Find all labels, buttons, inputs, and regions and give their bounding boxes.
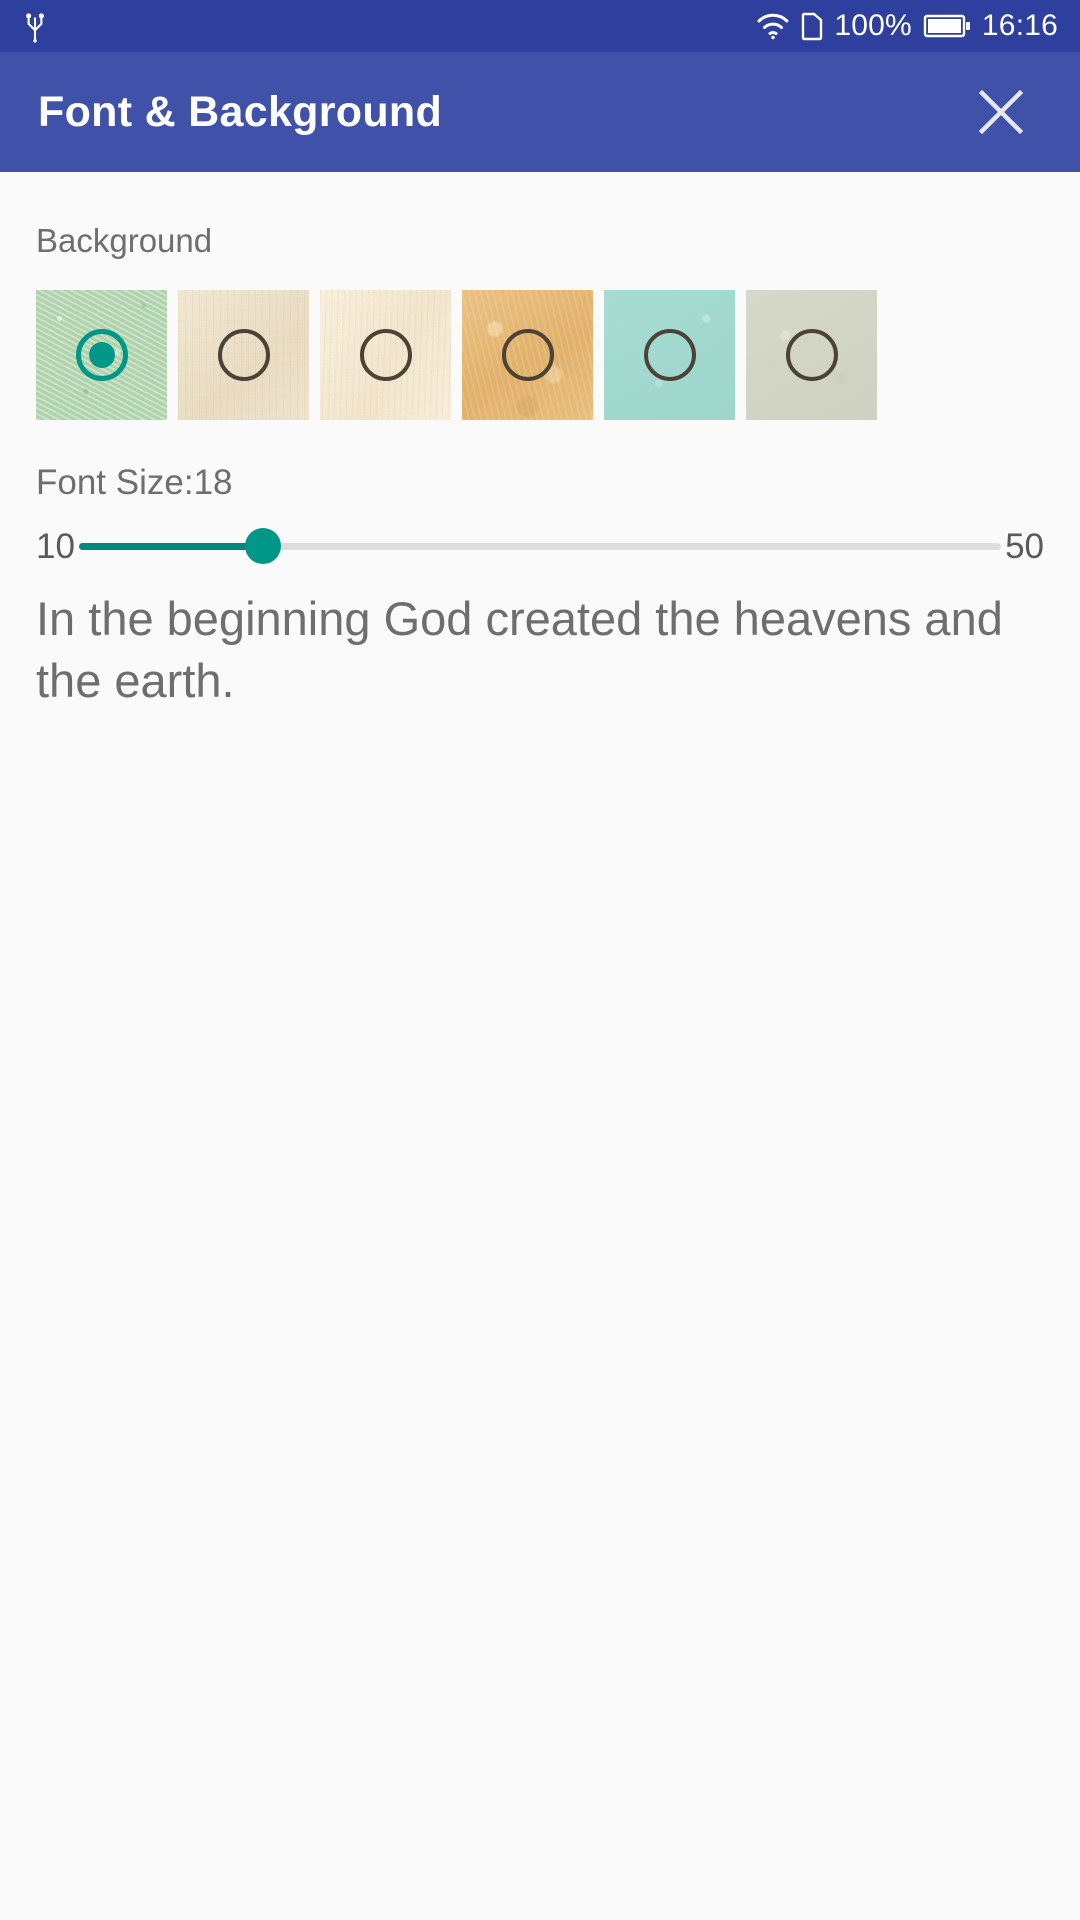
background-swatch-option[interactable]	[320, 290, 451, 420]
background-swatch-option[interactable]	[178, 290, 309, 420]
wifi-icon	[756, 12, 790, 40]
clock-label: 16:16	[981, 9, 1058, 42]
page-title: Font & Background	[38, 87, 443, 136]
radio-button[interactable]	[785, 329, 838, 381]
slider-min-label: 10	[36, 526, 75, 566]
settings-content: Background Font Size:18 10 50 In the beg…	[0, 172, 1080, 1920]
battery-full-icon	[923, 12, 971, 40]
close-icon	[972, 83, 1030, 141]
radio-button[interactable]	[359, 329, 412, 381]
close-button[interactable]	[964, 75, 1038, 149]
radio-button[interactable]	[217, 329, 270, 381]
slider-max-label: 50	[1005, 526, 1044, 566]
background-swatch-option[interactable]	[36, 290, 167, 420]
slider-track-fill	[78, 543, 264, 550]
radio-button[interactable]	[643, 329, 696, 381]
background-swatch-option[interactable]	[746, 290, 877, 420]
font-size-slider[interactable]	[78, 526, 1002, 566]
app-bar: Font & Background	[0, 52, 1080, 172]
preview-text: In the beginning God created the heavens…	[36, 592, 1003, 708]
status-bar-right: 100% 16:16	[756, 11, 1058, 41]
background-swatch-option[interactable]	[462, 290, 593, 420]
status-bar: 100% 16:16	[0, 0, 1080, 52]
background-swatch-group	[36, 290, 1044, 420]
background-section-label: Background	[36, 222, 213, 259]
battery-percent-label: 100%	[834, 9, 912, 42]
background-swatch-option[interactable]	[604, 290, 735, 420]
font-size-slider-row: 10 50	[36, 526, 1044, 566]
status-bar-left	[22, 9, 48, 43]
font-size-label: Font Size:18	[36, 463, 233, 502]
radio-button[interactable]	[501, 329, 554, 381]
sim-card-icon	[801, 11, 823, 41]
slider-thumb[interactable]	[245, 528, 282, 564]
radio-button-selected[interactable]	[75, 329, 128, 381]
usb-icon	[22, 9, 48, 43]
